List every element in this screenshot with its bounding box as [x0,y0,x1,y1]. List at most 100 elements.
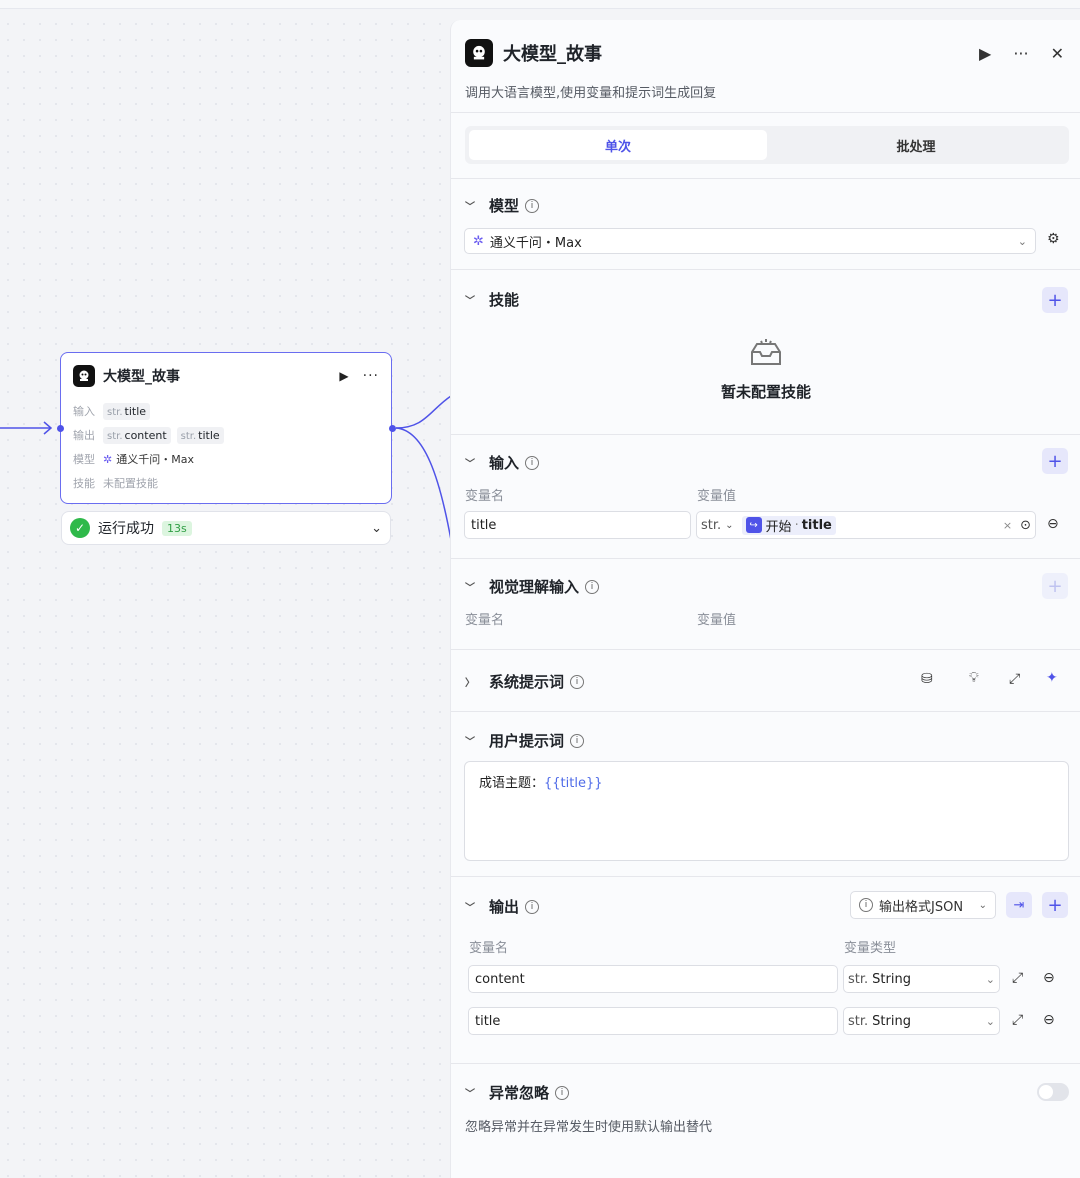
prompt-text: 成语主题： [479,776,545,791]
type-prefix: str. [701,517,722,533]
divider [451,434,1080,435]
node-input-label: 输入 [73,405,95,418]
tag-name: title [124,404,147,418]
node-more-icon[interactable]: ··· [363,368,379,384]
node-output-row: 输出 str. content str. title [61,423,391,447]
node-model-label: 模型 [73,453,95,466]
expand-icon[interactable]: ⤢ [1012,970,1023,986]
panel-title: 大模型_故事 [503,44,602,65]
input-var-name-value: title [471,517,497,533]
qwen-logo-icon: ✲ [473,233,484,249]
section-system-prompt-header[interactable]: 〉 系统提示词 i [465,671,585,692]
node-input-port[interactable] [57,425,64,432]
section-system-prompt-title: 系统提示词 [489,673,565,691]
chevron-down-icon: ﹀ [465,903,475,914]
divider [451,649,1080,650]
section-user-prompt-header[interactable]: ﹀ 用户提示词 i [465,730,585,751]
add-input-button[interactable]: + [1042,448,1068,474]
input-col-name-label: 变量名 [465,489,505,504]
tag-type: str. [180,430,197,442]
section-model-header[interactable]: ﹀ 模型 i [465,195,540,216]
add-skill-button[interactable]: + [1042,287,1068,313]
exception-ignore-toggle[interactable] [1037,1083,1069,1101]
skills-empty-text: 暂未配置技能 [720,383,811,401]
section-input-header[interactable]: ﹀ 输入 i [465,452,540,473]
output-type-select[interactable]: str. String ⌄ [843,965,1000,993]
chevron-down-icon: ﹀ [465,737,475,748]
tag-name: title [198,428,220,442]
run-result-bar[interactable]: ✓ 运行成功 13s ⌄ [61,511,391,545]
variable-picker-icon[interactable]: ⊙ [1020,518,1031,533]
chevron-down-icon: ⌄ [978,899,987,911]
more-icon[interactable]: ··· [1013,44,1028,63]
variable-ref-chip[interactable]: ↪ 开始 · title [741,515,836,535]
chevron-down-icon: ⌄ [1017,234,1027,248]
output-format-select[interactable]: i 输出格式JSON ⌄ [850,891,996,919]
info-icon[interactable]: i [525,899,540,914]
tab-single[interactable]: 单次 [469,130,767,160]
remove-output-icon[interactable]: ⊖ [1043,1012,1055,1028]
expand-icon[interactable]: ⤢ [1009,671,1020,687]
output-var-name-field[interactable]: title [468,1007,838,1035]
remove-output-icon[interactable]: ⊖ [1043,970,1055,986]
expand-icon[interactable]: ⤢ [1012,1012,1023,1028]
info-icon[interactable]: i [525,455,540,470]
remove-input-icon[interactable]: ⊖ [1047,516,1059,532]
section-skills-header[interactable]: ﹀ 技能 [465,289,519,310]
chevron-down-icon[interactable]: ⌄ [371,521,382,536]
chevron-down-icon: ﹀ [465,583,475,594]
close-icon[interactable]: ✕ [1051,44,1064,63]
node-run-icon[interactable]: ▶ [339,369,348,383]
prompt-variable: {{title}} [544,776,603,791]
info-icon[interactable]: i [570,674,585,689]
divider [451,178,1080,179]
output-col-name-label: 变量名 [469,941,509,956]
clear-icon[interactable]: × [1003,519,1012,532]
panel-description: 调用大语言模型,使用变量和提示词生成回复 [465,86,717,101]
section-user-prompt-title: 用户提示词 [489,732,565,750]
success-check-icon: ✓ [70,518,90,538]
output-col-type-label: 变量类型 [844,941,897,956]
input-var-value-field[interactable]: str. ⌄ ↪ 开始 · title × ⊙ [696,511,1036,539]
tag-name: content [124,428,167,442]
info-icon[interactable]: i [585,579,600,594]
section-input-title: 输入 [489,454,520,472]
output-format-label: 输出格式JSON [879,899,964,915]
divider [451,876,1080,877]
model-select[interactable]: ✲ 通义千问・Max ⌄ [464,228,1036,254]
info-icon[interactable]: i [570,733,585,748]
info-icon[interactable]: i [555,1085,570,1100]
add-output-button[interactable]: + [1042,892,1068,918]
node-output-port[interactable] [389,425,396,432]
chevron-down-icon: ⌄ [985,972,995,986]
node-input-row: 输入 str. title [61,399,391,423]
node-input-tag: str. title [103,402,151,420]
import-output-button[interactable]: ⇥ [1006,892,1032,918]
outgoing-edge-upper [395,395,452,429]
user-prompt-editor[interactable]: 成语主题：{{title}} [464,761,1069,861]
section-vision-header[interactable]: ﹀ 视觉理解输入 i [465,576,600,597]
prompt-library-icon[interactable]: ⛁ [921,671,933,687]
gear-icon[interactable]: ⚙ [1047,231,1060,247]
node-model-value: 通义千问・Max [116,453,194,466]
divider [451,711,1080,712]
section-output-header[interactable]: ﹀ 输出 i [465,896,540,917]
llm-node-card[interactable]: 大模型_故事 ▶ ··· 输入 str. title 输出 str. content… [57,352,396,504]
section-exception-header[interactable]: ﹀ 异常忽略 i [465,1082,570,1103]
info-icon[interactable]: i [525,198,540,213]
empty-box-icon [451,338,1080,375]
output-type-select[interactable]: str. String ⌄ [843,1007,1000,1035]
run-icon[interactable]: ▶ [979,44,991,63]
chevron-down-icon: ﹀ [465,202,475,213]
add-vision-input-button[interactable]: + [1042,573,1068,599]
input-var-name-field[interactable]: title [464,511,691,539]
chevron-down-icon[interactable]: ⌄ [725,520,733,531]
tag-type: str. [107,430,123,442]
node-skill-label: 技能 [73,477,95,490]
tab-batch[interactable]: 批处理 [767,130,1065,160]
ai-generate-icon[interactable]: ✦ [1046,670,1058,686]
input-col-value-label: 变量值 [697,489,737,504]
lightbulb-icon[interactable]: 💡︎ [969,670,979,686]
output-var-name-field[interactable]: content [468,965,838,993]
llm-logo-icon [465,39,493,67]
